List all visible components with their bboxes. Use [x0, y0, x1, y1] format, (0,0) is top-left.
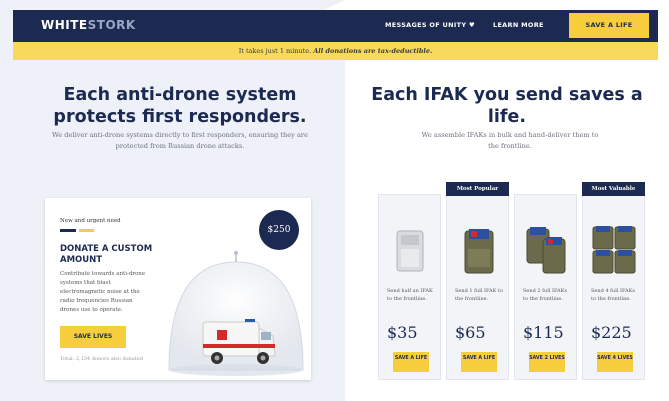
ifak-one-image	[464, 229, 494, 274]
banner-text: It takes just 1 minute.	[238, 47, 314, 55]
nav-learn-more-link[interactable]: LEARN MORE	[493, 21, 544, 29]
ifak-card-two: Send 2 full IFAKs to the frontline. $115…	[514, 194, 577, 380]
ifak-save-button[interactable]: SAVE 2 LIVES	[529, 352, 565, 372]
donate-description: Contribute towards anti-drone systems th…	[60, 271, 146, 313]
ifak-card-one: Most Popular Send 1 full IFAK to the fro…	[446, 182, 509, 380]
ifak-text: Send half an IFAK to the frontline.	[387, 288, 433, 302]
accent-bars	[60, 229, 94, 232]
logo[interactable]: WHITESTORK	[41, 18, 136, 32]
left-subtext: We deliver anti-drone systems directly t…	[52, 131, 308, 150]
amount-badge[interactable]: $250	[259, 210, 299, 250]
nav-messages-link[interactable]: MESSAGES OF UNITY ♥	[385, 21, 475, 29]
ifak-two-image	[526, 227, 566, 274]
logo-faded: STORK	[87, 18, 136, 32]
donate-title: DONATE A CUSTOM AMOUNT	[60, 244, 153, 265]
ifak-price: $65	[455, 323, 486, 342]
donate-custom-card: New and urgent need DONATE A CUSTOM AMOU…	[45, 198, 311, 380]
ifak-save-button[interactable]: SAVE A LIFE	[393, 352, 429, 372]
tax-banner: It takes just 1 minute. All donations ar…	[13, 42, 658, 60]
urgent-label: New and urgent need	[60, 218, 121, 224]
right-heading: Each IFAK you send saves a life.	[371, 85, 643, 127]
ifak-card-four: Most Valuable Send 4 full IFAKs to the f…	[582, 182, 645, 380]
ifak-four-image	[592, 226, 636, 274]
ifak-half-image	[396, 230, 424, 272]
most-valuable-tag: Most Valuable	[582, 182, 645, 196]
site-header: WHITESTORK MESSAGES OF UNITY ♥ LEARN MOR…	[13, 10, 658, 42]
banner-bold: All donations are tax-deductible.	[313, 47, 433, 55]
ifak-price: $225	[591, 323, 632, 342]
ifak-save-button[interactable]: SAVE 4 LIVES	[597, 352, 633, 372]
right-subtext: We assemble IFAKs in bulk and hand-deliv…	[421, 131, 599, 150]
most-popular-tag: Most Popular	[446, 182, 509, 196]
ifak-text: Send 4 full IFAKs to the frontline.	[591, 288, 635, 302]
save-lives-button[interactable]: SAVE LIVES	[60, 326, 126, 348]
ifak-card-half: Send half an IFAK to the frontline. $35 …	[378, 194, 441, 380]
ifak-text: Send 1 full IFAK to the frontline.	[455, 288, 503, 302]
logo-main: WHITE	[41, 18, 88, 32]
donate-footer: Total: 2,134 donors also donated	[60, 356, 144, 362]
ifak-price: $35	[387, 323, 418, 342]
ifak-save-button[interactable]: SAVE A LIFE	[461, 352, 497, 372]
left-heading: Each anti-drone system protects first re…	[53, 85, 307, 127]
save-a-life-button[interactable]: SAVE A LIFE	[569, 13, 649, 38]
ifak-price: $115	[523, 323, 564, 342]
ifak-text: Send 2 full IFAKs to the frontline.	[523, 288, 567, 302]
ambulance-dome-image	[168, 251, 304, 376]
